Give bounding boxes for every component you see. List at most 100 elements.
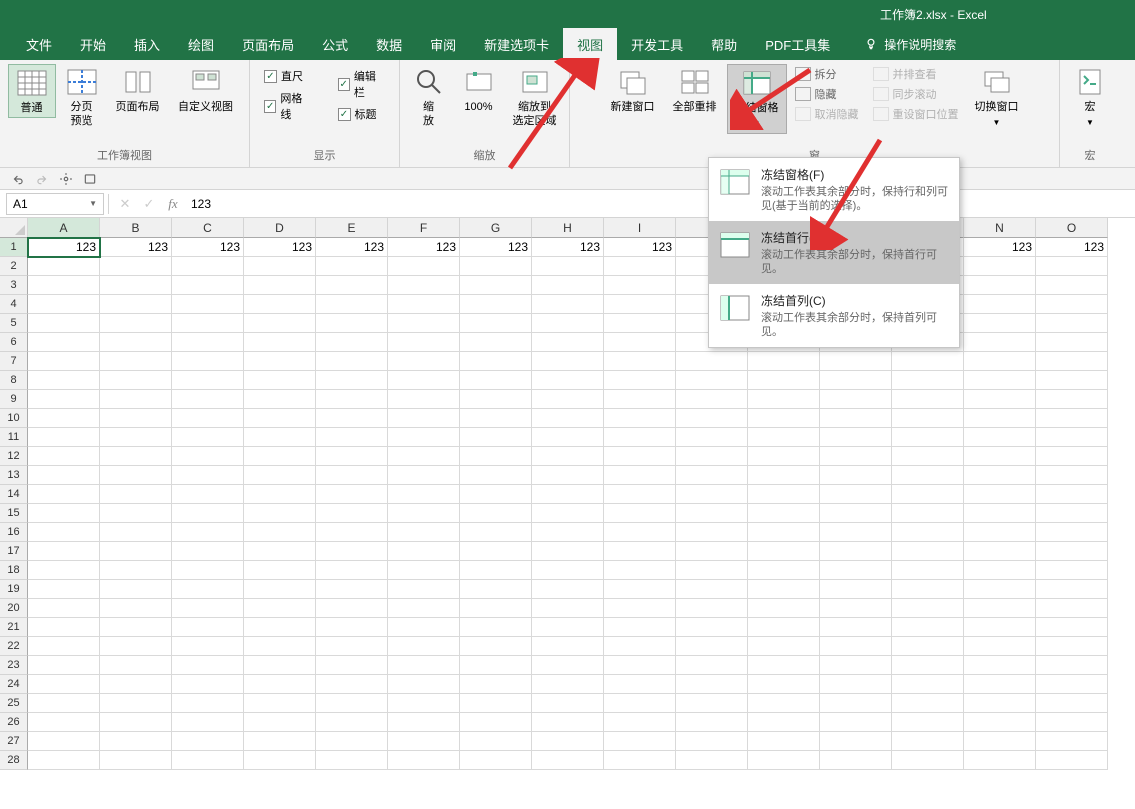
cell[interactable] bbox=[676, 485, 748, 504]
cell[interactable] bbox=[316, 485, 388, 504]
cell[interactable] bbox=[964, 276, 1036, 295]
headings-checkbox[interactable]: 标题 bbox=[338, 106, 386, 122]
tab-formulas[interactable]: 公式 bbox=[308, 28, 362, 60]
cell[interactable] bbox=[316, 371, 388, 390]
cell[interactable] bbox=[316, 637, 388, 656]
cell[interactable] bbox=[820, 694, 892, 713]
row-header[interactable]: 15 bbox=[0, 504, 28, 523]
freeze-panes-button[interactable]: 冻结窗格 ▼ bbox=[727, 64, 787, 134]
cell[interactable] bbox=[748, 637, 820, 656]
cell[interactable] bbox=[316, 314, 388, 333]
cell[interactable] bbox=[388, 694, 460, 713]
tab-file[interactable]: 文件 bbox=[12, 28, 66, 60]
cell[interactable] bbox=[28, 751, 100, 770]
cell[interactable] bbox=[676, 504, 748, 523]
cell[interactable] bbox=[100, 713, 172, 732]
cell[interactable] bbox=[244, 371, 316, 390]
cell[interactable] bbox=[820, 561, 892, 580]
tab-review[interactable]: 审阅 bbox=[416, 28, 470, 60]
cell[interactable] bbox=[964, 675, 1036, 694]
cell[interactable] bbox=[820, 675, 892, 694]
cell[interactable] bbox=[1036, 637, 1108, 656]
cell[interactable] bbox=[1036, 257, 1108, 276]
cell[interactable] bbox=[532, 751, 604, 770]
cell[interactable] bbox=[532, 732, 604, 751]
row-header[interactable]: 10 bbox=[0, 409, 28, 428]
cell[interactable] bbox=[532, 561, 604, 580]
cell[interactable] bbox=[676, 561, 748, 580]
cell[interactable] bbox=[28, 352, 100, 371]
cell[interactable] bbox=[172, 675, 244, 694]
cell[interactable] bbox=[1036, 656, 1108, 675]
cell[interactable] bbox=[316, 390, 388, 409]
cell[interactable] bbox=[316, 599, 388, 618]
cell[interactable] bbox=[532, 466, 604, 485]
cell[interactable] bbox=[748, 561, 820, 580]
cell[interactable] bbox=[964, 485, 1036, 504]
cell[interactable] bbox=[460, 466, 532, 485]
cell[interactable] bbox=[28, 656, 100, 675]
normal-view-button[interactable]: 普通 bbox=[8, 64, 56, 118]
cell[interactable] bbox=[316, 580, 388, 599]
cell[interactable] bbox=[676, 390, 748, 409]
cell[interactable] bbox=[388, 371, 460, 390]
cell[interactable] bbox=[676, 371, 748, 390]
cell[interactable] bbox=[172, 371, 244, 390]
cell[interactable] bbox=[172, 428, 244, 447]
split-button[interactable]: 拆分 bbox=[795, 66, 859, 82]
cell[interactable] bbox=[28, 637, 100, 656]
cell[interactable] bbox=[1036, 580, 1108, 599]
cell[interactable] bbox=[244, 314, 316, 333]
cell[interactable] bbox=[820, 732, 892, 751]
cell[interactable] bbox=[604, 599, 676, 618]
cell[interactable] bbox=[100, 352, 172, 371]
cell[interactable] bbox=[28, 257, 100, 276]
cell[interactable] bbox=[604, 428, 676, 447]
cell[interactable] bbox=[172, 257, 244, 276]
row-header[interactable]: 4 bbox=[0, 295, 28, 314]
row-header[interactable]: 2 bbox=[0, 257, 28, 276]
cell[interactable] bbox=[388, 751, 460, 770]
cell[interactable] bbox=[892, 599, 964, 618]
cell[interactable] bbox=[676, 466, 748, 485]
zoom-button[interactable]: 缩 放 bbox=[405, 64, 453, 130]
row-header[interactable]: 9 bbox=[0, 390, 28, 409]
row-header[interactable]: 3 bbox=[0, 276, 28, 295]
select-all-corner[interactable] bbox=[0, 218, 28, 238]
cell[interactable] bbox=[820, 637, 892, 656]
cell[interactable] bbox=[1036, 333, 1108, 352]
cell[interactable] bbox=[172, 276, 244, 295]
cell[interactable] bbox=[28, 466, 100, 485]
row-header[interactable]: 22 bbox=[0, 637, 28, 656]
cell[interactable] bbox=[604, 656, 676, 675]
cell[interactable] bbox=[1036, 352, 1108, 371]
cell[interactable] bbox=[820, 428, 892, 447]
tab-help[interactable]: 帮助 bbox=[697, 28, 751, 60]
cell[interactable] bbox=[676, 542, 748, 561]
cell[interactable] bbox=[532, 447, 604, 466]
cell[interactable] bbox=[388, 333, 460, 352]
cell[interactable] bbox=[604, 295, 676, 314]
cell[interactable] bbox=[604, 352, 676, 371]
cell[interactable] bbox=[28, 371, 100, 390]
cell[interactable] bbox=[892, 352, 964, 371]
cell[interactable] bbox=[316, 561, 388, 580]
cell[interactable] bbox=[1036, 542, 1108, 561]
column-header[interactable]: A bbox=[28, 218, 100, 238]
cell[interactable] bbox=[748, 523, 820, 542]
cell[interactable] bbox=[388, 466, 460, 485]
cell[interactable] bbox=[172, 466, 244, 485]
cell[interactable] bbox=[28, 561, 100, 580]
cell[interactable] bbox=[172, 352, 244, 371]
cell[interactable] bbox=[28, 409, 100, 428]
column-header[interactable]: O bbox=[1036, 218, 1108, 238]
cell[interactable] bbox=[532, 675, 604, 694]
cell[interactable] bbox=[604, 751, 676, 770]
cell[interactable] bbox=[820, 656, 892, 675]
freeze-top-row-item[interactable]: 冻结首行(R) 滚动工作表其余部分时，保持首行可见。 bbox=[709, 221, 959, 284]
cell[interactable] bbox=[820, 751, 892, 770]
cell[interactable] bbox=[748, 409, 820, 428]
row-header[interactable]: 24 bbox=[0, 675, 28, 694]
cell[interactable] bbox=[604, 637, 676, 656]
cell[interactable] bbox=[964, 713, 1036, 732]
